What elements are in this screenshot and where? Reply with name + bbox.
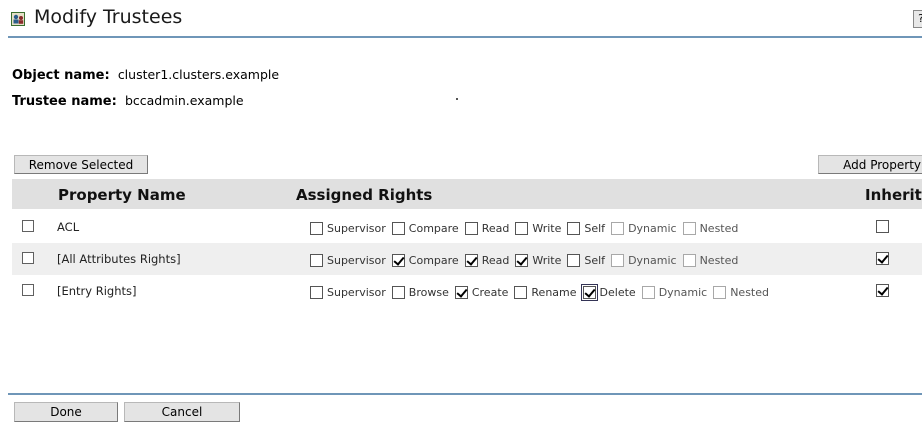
read-label: Read — [481, 253, 510, 267]
right-option-write[interactable]: Write — [515, 221, 562, 235]
compare-checkbox[interactable] — [391, 221, 405, 235]
object-name-label: Object name: — [12, 68, 110, 83]
done-button[interactable]: Done — [14, 402, 118, 422]
table-header: Property Name Assigned Rights Inherit — [12, 179, 922, 209]
browse-checkbox[interactable] — [391, 285, 405, 299]
trustees-icon — [11, 12, 25, 26]
rename-label: Rename — [531, 285, 577, 299]
inherit-checkbox[interactable] — [876, 284, 889, 297]
nested-checkbox — [713, 285, 727, 299]
remove-selected-button[interactable]: Remove Selected — [14, 155, 148, 174]
dynamic-checkbox — [611, 221, 625, 235]
self-label: Self — [584, 221, 606, 235]
object-name-value: cluster1.clusters.example — [117, 67, 280, 82]
inherit-header: Inherit — [865, 186, 922, 204]
row-select-checkbox[interactable] — [22, 284, 34, 296]
create-checkbox[interactable] — [454, 285, 468, 299]
nested-label: Nested — [699, 253, 739, 267]
assigned-rights: Supervisor Compare Read Write Self Dynamic Nes… — [310, 252, 744, 268]
write-checkbox[interactable] — [515, 253, 529, 267]
right-option-dynamic: Dynamic — [611, 221, 677, 235]
right-option-nested: Nested — [682, 253, 739, 267]
trustee-name-row: Trustee name: bccadmin.example — [12, 93, 244, 109]
footer-divider — [8, 393, 922, 395]
supervisor-label: Supervisor — [327, 253, 386, 267]
read-checkbox[interactable] — [464, 221, 478, 235]
self-label: Self — [584, 253, 606, 267]
compare-label: Compare — [408, 221, 459, 235]
object-name-row: Object name: cluster1.clusters.example — [12, 67, 279, 83]
dynamic-checkbox — [641, 285, 655, 299]
delete-label: Delete — [599, 285, 636, 299]
right-option-compare[interactable]: Compare — [391, 253, 459, 267]
table-row: [Entry Rights] Supervisor Browse Create Rena… — [12, 275, 922, 307]
right-option-create[interactable]: Create — [454, 285, 509, 299]
read-checkbox[interactable] — [464, 253, 478, 267]
self-checkbox[interactable] — [567, 221, 581, 235]
property-name: [All Attributes Rights] — [57, 252, 181, 266]
right-option-nested: Nested — [682, 221, 739, 235]
right-option-read[interactable]: Read — [464, 253, 510, 267]
table-row: [All Attributes Rights] Supervisor Compare… — [12, 243, 922, 275]
compare-label: Compare — [408, 253, 459, 267]
right-option-self[interactable]: Self — [567, 221, 606, 235]
right-option-browse[interactable]: Browse — [391, 285, 449, 299]
property-name: ACL — [57, 220, 80, 234]
title-divider — [8, 36, 922, 38]
browse-label: Browse — [408, 285, 449, 299]
dynamic-label: Dynamic — [628, 221, 677, 235]
inherit-checkbox[interactable] — [876, 252, 889, 265]
right-option-read[interactable]: Read — [464, 221, 510, 235]
assigned-rights-header: Assigned Rights — [296, 186, 433, 204]
row-select-checkbox[interactable] — [22, 252, 34, 264]
delete-checkbox[interactable] — [580, 283, 598, 301]
rename-checkbox[interactable] — [514, 285, 528, 299]
row-select-checkbox[interactable] — [22, 220, 34, 232]
nested-label: Nested — [730, 285, 769, 299]
right-option-supervisor[interactable]: Supervisor — [310, 285, 386, 299]
property-name: [Entry Rights] — [57, 284, 137, 298]
supervisor-checkbox[interactable] — [310, 253, 323, 267]
property-name-header: Property Name — [58, 186, 186, 204]
read-label: Read — [481, 221, 510, 235]
supervisor-checkbox[interactable] — [310, 285, 323, 299]
nested-checkbox — [682, 253, 696, 267]
dynamic-label: Dynamic — [628, 253, 677, 267]
supervisor-checkbox[interactable] — [310, 221, 323, 235]
right-option-self[interactable]: Self — [567, 253, 606, 267]
right-option-supervisor[interactable]: Supervisor — [310, 253, 386, 267]
write-label: Write — [532, 221, 562, 235]
write-label: Write — [532, 253, 562, 267]
assigned-rights: Supervisor Browse Create Rename Delete Dynami… — [310, 283, 775, 301]
right-option-compare[interactable]: Compare — [391, 221, 459, 235]
page-title: Modify Trustees — [34, 6, 183, 28]
cancel-button[interactable]: Cancel — [124, 402, 240, 422]
right-option-write[interactable]: Write — [515, 253, 562, 267]
add-property-button[interactable]: Add Property — [818, 155, 922, 174]
dynamic-checkbox — [611, 253, 625, 267]
write-checkbox[interactable] — [515, 221, 529, 235]
right-option-rename[interactable]: Rename — [514, 285, 577, 299]
table-row: ACL Supervisor Compare Read Write Self Dynamic… — [12, 211, 922, 243]
assigned-rights: Supervisor Compare Read Write Self Dynamic Nes… — [310, 220, 744, 236]
help-button[interactable]: ? — [913, 10, 922, 28]
inherit-checkbox[interactable] — [876, 220, 889, 233]
supervisor-label: Supervisor — [327, 285, 386, 299]
right-option-dynamic: Dynamic — [611, 253, 677, 267]
trustee-name-value: bccadmin.example — [124, 93, 244, 108]
title-bar: Modify Trustees ? — [0, 0, 922, 40]
right-option-delete[interactable]: Delete — [580, 283, 636, 301]
right-option-supervisor[interactable]: Supervisor — [310, 221, 386, 235]
stray-dot — [456, 98, 458, 100]
create-label: Create — [471, 285, 509, 299]
self-checkbox[interactable] — [567, 253, 581, 267]
compare-checkbox[interactable] — [391, 253, 405, 267]
right-option-nested: Nested — [713, 285, 769, 299]
dynamic-label: Dynamic — [658, 285, 708, 299]
right-option-dynamic: Dynamic — [641, 285, 708, 299]
nested-label: Nested — [699, 221, 739, 235]
nested-checkbox — [682, 221, 696, 235]
trustee-name-label: Trustee name: — [12, 94, 117, 109]
supervisor-label: Supervisor — [327, 221, 386, 235]
